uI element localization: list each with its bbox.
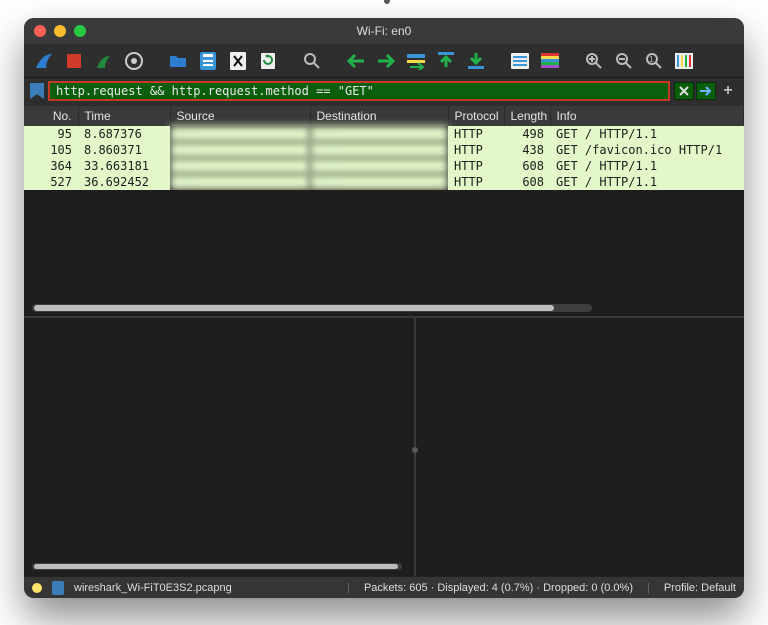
maximize-window-button[interactable] [74, 25, 86, 37]
cell-len: 608 [504, 174, 550, 190]
options-icon[interactable] [122, 49, 146, 73]
main-toolbar: 1 [24, 44, 744, 78]
cell-no: 364 [24, 158, 78, 174]
go-back-icon[interactable] [344, 49, 368, 73]
status-bar: wireshark_Wi-FiT0E3S2.pcapng | Packets: … [24, 576, 744, 598]
columns-icon[interactable] [672, 49, 696, 73]
app-window: Wi-Fi: en0 [24, 18, 744, 598]
stop-icon[interactable] [62, 49, 86, 73]
cell-info: GET / HTTP/1.1 [550, 174, 744, 190]
cell-time: 8.687376 [78, 126, 170, 142]
packet-list-hscrollbar[interactable] [32, 304, 592, 312]
cell-proto: HTTP [448, 126, 504, 142]
window-title: Wi-Fi: en0 [24, 24, 744, 38]
cell-dest: ··· [310, 174, 448, 190]
table-row[interactable]: 958.687376······HTTP498GET / HTTP/1.1 [24, 126, 744, 142]
titlebar: Wi-Fi: en0 [24, 18, 744, 44]
cell-source: ··· [170, 126, 310, 142]
table-row[interactable]: 52736.692452······HTTP608GET / HTTP/1.1 [24, 174, 744, 190]
cell-info: GET / HTTP/1.1 [550, 126, 744, 142]
col-header-time[interactable]: Time [78, 106, 170, 126]
cell-time: 36.692452 [78, 174, 170, 190]
packet-bytes-pane[interactable] [416, 318, 744, 576]
packet-details-pane[interactable] [24, 318, 414, 576]
cell-time: 8.860371 [78, 142, 170, 158]
packet-list-pane: No. Time Source Destination Protocol Len… [24, 106, 744, 316]
cell-no: 105 [24, 142, 78, 158]
bookmark-icon[interactable] [30, 83, 44, 99]
cell-source: ··· [170, 142, 310, 158]
apply-filter-icon[interactable] [696, 82, 716, 100]
expert-info-icon[interactable] [32, 583, 42, 593]
reload-icon[interactable] [256, 49, 280, 73]
col-header-length[interactable]: Length [504, 106, 550, 126]
col-header-source[interactable]: Source [170, 106, 310, 126]
go-to-icon[interactable] [404, 49, 428, 73]
auto-scroll-icon[interactable] [508, 49, 532, 73]
minimize-window-button[interactable] [54, 25, 66, 37]
restart-icon[interactable] [92, 49, 116, 73]
cell-dest: ··· [310, 158, 448, 174]
status-packet-counts: Packets: 605 · Displayed: 4 (0.7%) · Dro… [364, 582, 633, 594]
col-header-no[interactable]: No. [24, 106, 78, 126]
cell-source: ··· [170, 174, 310, 190]
cell-source: ··· [170, 158, 310, 174]
cell-proto: HTTP [448, 174, 504, 190]
packet-table[interactable]: No. Time Source Destination Protocol Len… [24, 106, 744, 190]
shark-fin-icon[interactable] [32, 49, 56, 73]
details-hscrollbar[interactable] [32, 563, 402, 570]
cell-dest: ··· [310, 142, 448, 158]
save-icon[interactable] [196, 49, 220, 73]
display-filter-input[interactable] [48, 81, 670, 101]
cell-len: 438 [504, 142, 550, 158]
table-row[interactable]: 1058.860371······HTTP438GET /favicon.ico… [24, 142, 744, 158]
cell-info: GET /favicon.ico HTTP/1 [550, 142, 744, 158]
zoom-in-icon[interactable] [582, 49, 606, 73]
status-profile[interactable]: Profile: Default [664, 582, 736, 594]
cell-no: 527 [24, 174, 78, 190]
cell-len: 608 [504, 158, 550, 174]
go-forward-icon[interactable] [374, 49, 398, 73]
packet-list-empty-area [24, 190, 744, 316]
col-header-dest[interactable]: Destination [310, 106, 448, 126]
find-icon[interactable] [300, 49, 324, 73]
cell-no: 95 [24, 126, 78, 142]
zoom-out-icon[interactable] [612, 49, 636, 73]
table-row[interactable]: 36433.663181······HTTP608GET / HTTP/1.1 [24, 158, 744, 174]
col-header-proto[interactable]: Protocol [448, 106, 504, 126]
window-controls [34, 25, 86, 37]
svg-text:1: 1 [649, 55, 654, 64]
open-icon[interactable] [166, 49, 190, 73]
cell-time: 33.663181 [78, 158, 170, 174]
details-bytes-area [24, 318, 744, 576]
close-file-icon[interactable] [226, 49, 250, 73]
colorize-icon[interactable] [538, 49, 562, 73]
status-filename: wireshark_Wi-FiT0E3S2.pcapng [74, 582, 232, 594]
first-icon[interactable] [434, 49, 458, 73]
capture-file-icon[interactable] [52, 581, 64, 595]
clear-filter-icon[interactable] [674, 82, 694, 100]
close-window-button[interactable] [34, 25, 46, 37]
cell-proto: HTTP [448, 158, 504, 174]
cell-len: 498 [504, 126, 550, 142]
cell-dest: ··· [310, 126, 448, 142]
column-headers[interactable]: No. Time Source Destination Protocol Len… [24, 106, 744, 126]
cell-proto: HTTP [448, 142, 504, 158]
add-filter-button[interactable]: + [718, 82, 738, 100]
last-icon[interactable] [464, 49, 488, 73]
cell-info: GET / HTTP/1.1 [550, 158, 744, 174]
display-filter-bar: + [24, 78, 744, 106]
col-header-info[interactable]: Info [550, 106, 744, 126]
zoom-reset-icon[interactable]: 1 [642, 49, 666, 73]
